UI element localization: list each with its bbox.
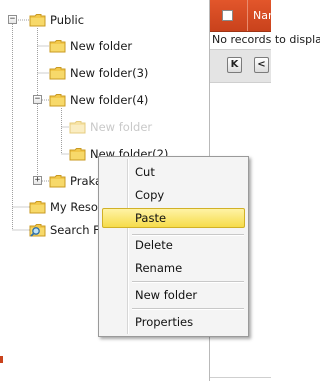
menu-item-delete[interactable]: Delete [102,235,245,255]
menu-item-new-folder[interactable]: New folder [102,285,245,305]
tree-node-label: Public [50,13,85,27]
menu-item-label: Cut [135,165,155,179]
menu-item-copy[interactable]: Copy [102,185,245,205]
select-all-checkbox[interactable] [222,10,233,21]
grid-pager: K < [210,49,271,83]
folder-icon [69,148,86,161]
folder-icon [49,94,66,107]
tree-node-new-folder-3[interactable]: New folder(3) [49,64,148,82]
menu-item-label: Properties [135,315,194,329]
menu-item-label: Paste [135,211,167,225]
search-folder-icon [29,224,46,237]
expand-prakash-toggle[interactable]: + [33,176,42,185]
menu-item-properties[interactable]: Properties [102,312,245,332]
header-divider [247,0,248,31]
splitter-handle[interactable] [0,356,3,363]
previous-page-button[interactable]: < [254,57,269,73]
tree-node-label: New folder(3) [70,66,149,80]
tree-node-label: New folder(4) [70,93,149,107]
menu-item-rename[interactable]: Rename [102,258,245,278]
folder-icon [49,40,66,53]
collapse-public-toggle[interactable]: − [8,15,17,24]
menu-item-cut[interactable]: Cut [102,162,245,182]
menu-item-label: Delete [135,238,173,252]
menu-item-label: New folder [135,288,198,302]
first-page-button[interactable]: K [227,57,242,73]
grid-header: Name [210,0,285,32]
tree-node-new-folder[interactable]: New folder [49,37,132,55]
file-explorer-window: − − + Public New folder New folder(3) Ne… [0,0,320,381]
menu-item-label: Copy [135,188,165,202]
tree-node-new-folder-4[interactable]: New folder(4) [49,91,148,109]
menu-item-paste[interactable]: Paste [102,208,245,228]
name-column-header[interactable]: Name [253,9,285,22]
folder-icon [69,121,86,134]
collapse-new-folder-4-toggle[interactable]: − [33,95,42,104]
context-menu: Cut Copy Paste Delete Rename New folder … [98,156,249,337]
grid-footer-border [210,377,271,378]
tree-node-new-folder-dragging[interactable]: New folder [69,118,152,136]
menu-separator [132,281,244,283]
folder-icon [29,14,46,27]
folder-icon [49,67,66,80]
folder-icon [49,175,66,188]
menu-separator [132,308,244,310]
menu-item-label: Rename [135,261,183,275]
tree-node-label: New folder [90,120,153,134]
empty-grid-message: No records to display. [212,33,320,46]
folder-icon [29,201,46,214]
tree-node-label: New folder [70,39,133,53]
tree-node-public[interactable]: Public [29,11,84,29]
